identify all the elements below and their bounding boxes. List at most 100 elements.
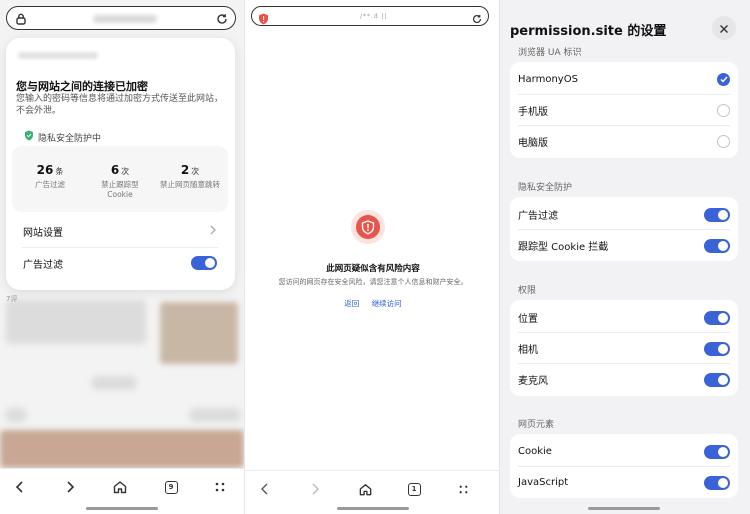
bottom-navigation: 9: [0, 468, 244, 514]
stat-unit: 次: [121, 167, 130, 176]
site-settings-label: 网站设置: [23, 227, 63, 239]
setting-javascript: JavaScript: [510, 467, 738, 498]
protection-stats: 26 条 广告过滤 6次 禁止跟踪型 Cookie 2次 禁止网页随意跳转: [12, 146, 228, 212]
tab-count: 9: [164, 480, 178, 494]
warning-description: 您访问的网页存在安全风险，请您注意个人信息和财产安全。: [278, 278, 468, 286]
option-label: HarmonyOS: [518, 74, 578, 85]
forward-icon[interactable]: [305, 479, 325, 499]
option-label: 电脑版: [518, 138, 548, 149]
radio-unselected[interactable]: [717, 135, 730, 148]
setting-camera: 相机: [510, 333, 738, 364]
radio-unselected[interactable]: [717, 104, 730, 117]
connection-title: 您与网站之间的连接已加密: [16, 80, 148, 93]
microphone-toggle[interactable]: [704, 372, 730, 387]
address-bar[interactable]: /**.d ||: [251, 6, 489, 26]
javascript-toggle[interactable]: [704, 475, 730, 490]
site-info-popover: 您与网站之间的连接已加密 您输入的密码等信息将通过加密方式传送至此网站，不会外泄…: [6, 38, 235, 290]
blurred-content: [6, 408, 26, 422]
stat-number: 6: [110, 163, 120, 177]
forward-icon[interactable]: [60, 477, 80, 497]
settings-title: permission.site 的设置: [510, 24, 667, 39]
home-indicator: [337, 507, 409, 510]
ua-option-harmonyos[interactable]: HarmonyOS: [510, 64, 738, 95]
setting-label: JavaScript: [518, 477, 569, 488]
ad-filter-toggle[interactable]: [191, 256, 217, 270]
warning-title: 此网页疑似含有风险内容: [326, 264, 420, 274]
home-icon[interactable]: [355, 479, 375, 499]
url-text: /**.d ||: [360, 13, 388, 20]
stat-ad-filter: 26 条 广告过滤: [14, 159, 86, 190]
home-icon[interactable]: [110, 477, 130, 497]
ua-card: HarmonyOS 手机版 电脑版: [510, 62, 738, 158]
connection-description: 您输入的密码等信息将通过加密方式传送至此网站，不会外泄。: [16, 94, 224, 116]
ua-option-desktop[interactable]: 电脑版: [510, 126, 738, 157]
setting-label: 广告过滤: [518, 211, 558, 222]
setting-label: Cookie: [518, 446, 552, 457]
tabs-button[interactable]: 9: [161, 477, 181, 497]
site-settings-row[interactable]: 网站设置: [12, 216, 228, 246]
tracking-cookie-toggle[interactable]: [704, 238, 730, 253]
stat-number: 26: [36, 163, 54, 177]
privacy-status-text: 隐私安全防护中: [38, 133, 102, 144]
setting-label: 麦克风: [518, 376, 548, 387]
lock-icon[interactable]: [14, 11, 28, 30]
url-text: [93, 15, 157, 23]
cookie-toggle[interactable]: [704, 444, 730, 459]
tabs-button[interactable]: 1: [404, 479, 424, 499]
ad-filter-toggle[interactable]: [704, 207, 730, 222]
warning-actions: 返回 继续访问: [245, 298, 499, 309]
more-icon[interactable]: [453, 479, 473, 499]
section-header-privacy: 隐私安全防护: [518, 183, 573, 193]
warning-shield-icon[interactable]: [258, 10, 269, 29]
setting-tracking-cookie: 跟踪型 Cookie 拦截: [510, 230, 738, 261]
ad-filter-label: 广告过滤: [23, 259, 63, 271]
close-icon: [719, 19, 729, 38]
ua-option-mobile[interactable]: 手机版: [510, 95, 738, 126]
blurred-image: [0, 430, 244, 468]
setting-ad-filter: 广告过滤: [510, 199, 738, 230]
blurred-content: [92, 376, 136, 390]
radio-selected[interactable]: [717, 73, 730, 86]
privacy-card: 广告过滤 跟踪型 Cookie 拦截: [510, 197, 738, 261]
reload-icon[interactable]: [215, 11, 229, 30]
stat-unit: 条: [55, 167, 64, 176]
setting-microphone: 麦克风: [510, 364, 738, 395]
risk-warning-panel: /**.d || 此网页疑似含有风险内容 您访问的网页存在安全风险，请您注意个人…: [244, 0, 500, 514]
stat-label: 广告过滤: [35, 180, 65, 189]
privacy-status: 隐私安全防护中: [24, 130, 101, 144]
stat-redirect: 2次 禁止网页随意跳转: [154, 159, 226, 190]
stat-tracking-cookie: 6次 禁止跟踪型 Cookie: [84, 159, 156, 200]
site-settings-panel: permission.site 的设置 浏览器 UA 标识 HarmonyOS …: [500, 0, 750, 514]
bottom-navigation: 1: [245, 470, 499, 514]
setting-cookie: Cookie: [510, 436, 738, 467]
setting-location: 位置: [510, 302, 738, 333]
back-icon[interactable]: [10, 477, 30, 497]
home-indicator: [588, 507, 660, 510]
comment-count: 7评: [6, 295, 18, 303]
permissions-card: 位置 相机 麦克风: [510, 300, 738, 396]
home-indicator: [86, 507, 158, 510]
setting-label: 跟踪型 Cookie 拦截: [518, 242, 609, 253]
more-icon[interactable]: [210, 477, 230, 497]
section-header-permissions: 权限: [518, 286, 537, 296]
location-toggle[interactable]: [704, 310, 730, 325]
browser-security-panel: 7评 您与网站之间的连接已加密 您输入的密码等信息将通过加密方式传送至此网站，不…: [0, 0, 244, 514]
ad-filter-row: 广告过滤: [12, 248, 228, 278]
section-header-web-elements: 网页元素: [518, 420, 555, 430]
web-elements-card: Cookie JavaScript: [510, 434, 738, 498]
site-url: [18, 52, 98, 59]
address-bar[interactable]: [6, 6, 236, 30]
stat-number: 2: [180, 163, 190, 177]
camera-toggle[interactable]: [704, 341, 730, 356]
setting-label: 位置: [518, 314, 538, 325]
close-button[interactable]: [712, 16, 736, 40]
continue-link[interactable]: 继续访问: [372, 299, 402, 308]
section-header-ua: 浏览器 UA 标识: [518, 48, 582, 58]
back-link[interactable]: 返回: [344, 299, 359, 308]
back-icon[interactable]: [255, 479, 275, 499]
danger-shield-icon: [351, 210, 385, 244]
stat-label: 禁止网页随意跳转: [160, 180, 220, 189]
shield-check-icon: [24, 130, 34, 144]
stat-unit: 次: [191, 167, 200, 176]
reload-icon[interactable]: [471, 10, 483, 29]
